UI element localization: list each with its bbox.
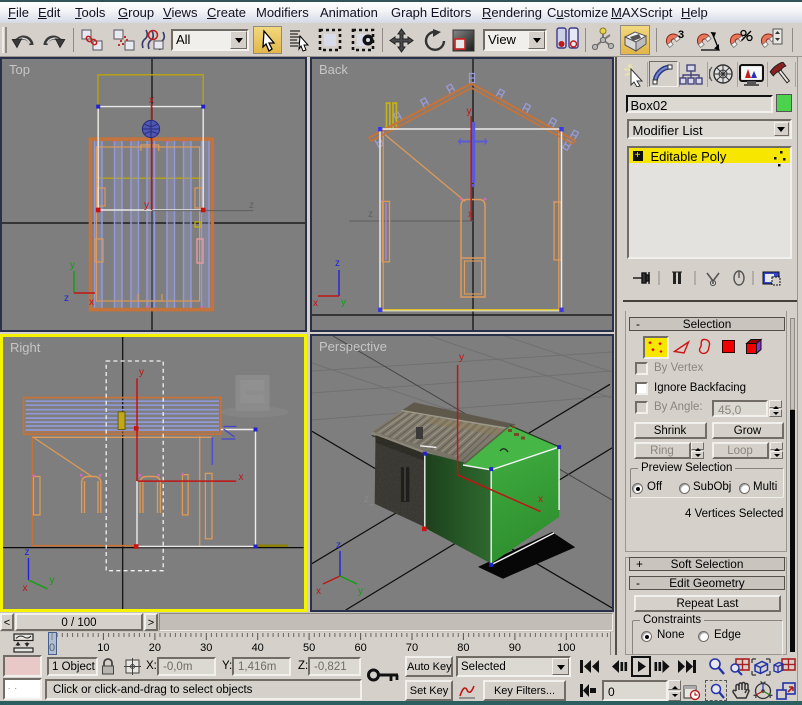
svg-text:10: 10 — [97, 642, 109, 654]
svg-text:x: x — [538, 494, 543, 505]
svg-text:y: y — [70, 260, 75, 271]
svg-text:z: z — [64, 293, 69, 304]
svg-text:z: z — [335, 258, 340, 269]
svg-text:3: 3 — [678, 29, 684, 41]
svg-text:RIGHT: RIGHT — [246, 390, 266, 397]
svg-text:x: x — [149, 95, 154, 106]
svg-text:z: z — [336, 540, 341, 551]
svg-text:100: 100 — [557, 642, 575, 654]
svg-text:z: z — [249, 200, 254, 211]
svg-text:y: y — [341, 297, 346, 308]
svg-text:z: z — [25, 547, 30, 558]
svg-text:x: x — [316, 586, 321, 597]
svg-text:x: x — [313, 298, 318, 309]
svg-text:y: y — [358, 586, 363, 597]
svg-text:x: x — [89, 297, 94, 308]
svg-text:60: 60 — [354, 642, 366, 654]
svg-text:50: 50 — [303, 642, 315, 654]
svg-text:y: y — [467, 106, 472, 117]
svg-text:20: 20 — [149, 642, 161, 654]
svg-text:80: 80 — [457, 642, 469, 654]
svg-text:z: z — [368, 209, 373, 220]
svg-text:y: y — [459, 352, 464, 363]
svg-text:x: x — [468, 209, 473, 220]
svg-text:90: 90 — [509, 642, 521, 654]
svg-text:70: 70 — [406, 642, 418, 654]
svg-text:x: x — [23, 583, 28, 594]
svg-text:30: 30 — [200, 642, 212, 654]
svg-text:x: x — [239, 472, 244, 483]
svg-text:y: y — [50, 575, 55, 586]
svg-text:y: y — [139, 367, 144, 378]
svg-text:40: 40 — [252, 642, 264, 654]
svg-text:y: y — [144, 200, 149, 211]
svg-text:z: z — [364, 494, 369, 505]
